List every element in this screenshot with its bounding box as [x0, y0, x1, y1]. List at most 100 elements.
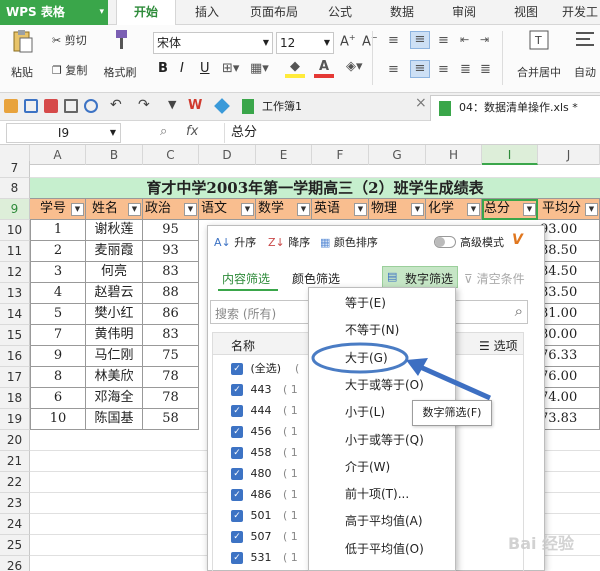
- header-cell[interactable]: 化学 ▼: [426, 199, 482, 220]
- fx-button[interactable]: fx: [186, 124, 198, 139]
- politics-cell[interactable]: 83: [143, 262, 199, 283]
- row-header[interactable]: 23: [0, 493, 30, 514]
- workbook-tab-1[interactable]: 工作簿1: [262, 93, 302, 121]
- indent-decrease-icon[interactable]: ⇤: [460, 33, 469, 46]
- row-header[interactable]: 24: [0, 514, 30, 535]
- checkbox-icon[interactable]: ✓: [231, 510, 243, 522]
- redo-icon[interactable]: ↷: [138, 97, 150, 113]
- pdf-icon[interactable]: [44, 99, 58, 113]
- row-header[interactable]: 10: [0, 220, 30, 241]
- id-cell[interactable]: 4: [30, 283, 86, 304]
- clear-conditions-button[interactable]: ⊽ 清空条件: [464, 270, 525, 287]
- tab-color-filter[interactable]: 颜色筛选: [292, 270, 340, 287]
- politics-cell[interactable]: 95: [143, 220, 199, 241]
- bold-icon[interactable]: B: [158, 61, 168, 76]
- politics-cell[interactable]: 58: [143, 409, 199, 430]
- font-size-select[interactable]: 12 ▼: [276, 32, 334, 54]
- font-color-icon[interactable]: A: [314, 59, 334, 81]
- fill-color-icon[interactable]: ◆: [285, 59, 305, 81]
- id-cell[interactable]: 10: [30, 409, 86, 430]
- auto-wrap-button[interactable]: 自动: [574, 29, 600, 80]
- row-header[interactable]: 18: [0, 388, 30, 409]
- filter-dropdown-icon[interactable]: ▼: [297, 203, 310, 216]
- close-icon[interactable]: ×: [415, 95, 427, 111]
- filter-dropdown-icon[interactable]: ▼: [523, 203, 536, 216]
- save-icon[interactable]: [24, 99, 38, 113]
- row-header[interactable]: 16: [0, 346, 30, 367]
- name-cell[interactable]: 麦丽霞: [86, 241, 143, 262]
- average-cell[interactable]: 81.00: [538, 304, 600, 325]
- id-cell[interactable]: 5: [30, 304, 86, 325]
- name-cell[interactable]: 何亮: [86, 262, 143, 283]
- average-cell[interactable]: 88.50: [538, 241, 600, 262]
- average-cell[interactable]: 76.00: [538, 367, 600, 388]
- politics-cell[interactable]: 75: [143, 346, 199, 367]
- politics-cell[interactable]: 78: [143, 388, 199, 409]
- average-cell[interactable]: 76.33: [538, 346, 600, 367]
- row-header[interactable]: 21: [0, 451, 30, 472]
- align-right-icon[interactable]: ≡: [438, 62, 449, 77]
- politics-cell[interactable]: 86: [143, 304, 199, 325]
- distribute-icon[interactable]: ≣: [480, 62, 491, 77]
- header-cell[interactable]: 总分 ▼: [482, 199, 538, 220]
- indent-increase-icon[interactable]: ⇥: [480, 33, 489, 46]
- row-header[interactable]: 8: [0, 178, 30, 199]
- align-top-icon[interactable]: ≡: [388, 33, 399, 48]
- average-cell[interactable]: 84.50: [538, 262, 600, 283]
- font-name-select[interactable]: 宋体 ▼: [153, 32, 273, 54]
- checkbox-icon[interactable]: ✓: [231, 363, 243, 375]
- checkbox-icon[interactable]: ✓: [231, 468, 243, 480]
- cloud-icon[interactable]: [214, 98, 230, 114]
- checkbox-icon[interactable]: ✓: [231, 552, 243, 564]
- customize-icon[interactable]: ▼: [168, 98, 176, 111]
- paste-button[interactable]: 粘贴: [4, 29, 40, 80]
- name-cell[interactable]: 赵碧云: [86, 283, 143, 304]
- checkbox-icon[interactable]: ✓: [231, 531, 243, 543]
- name-cell[interactable]: 樊小红: [86, 304, 143, 325]
- header-cell[interactable]: 物理 ▼: [369, 199, 426, 220]
- row-header[interactable]: 20: [0, 430, 30, 451]
- filter-dropdown-icon[interactable]: ▼: [411, 203, 424, 216]
- average-cell[interactable]: 83.50: [538, 283, 600, 304]
- average-cell[interactable]: 93.00: [538, 220, 600, 241]
- row-header[interactable]: 13: [0, 283, 30, 304]
- undo-icon[interactable]: ↶: [110, 97, 122, 113]
- id-cell[interactable]: 3: [30, 262, 86, 283]
- id-cell[interactable]: 2: [30, 241, 86, 262]
- average-cell[interactable]: 74.00: [538, 388, 600, 409]
- row-header[interactable]: 7: [0, 161, 30, 178]
- sheet-title[interactable]: 育才中学2003年第一学期高三（2）班学生成绩表: [30, 178, 600, 199]
- align-left-icon[interactable]: ≡: [388, 62, 399, 77]
- number-filter-option[interactable]: 小于或等于(Q): [309, 427, 455, 454]
- checkbox-icon[interactable]: ✓: [231, 489, 243, 501]
- format-painter-button[interactable]: 格式刷: [100, 29, 140, 80]
- color-sort-button[interactable]: ▦ 颜色排序: [320, 234, 378, 250]
- workbook-tab-2[interactable]: 04：数据清单操作.xls *: [430, 95, 600, 121]
- row-header[interactable]: 25: [0, 535, 30, 556]
- checkbox-icon[interactable]: ✓: [231, 405, 243, 417]
- row-header[interactable]: 9: [0, 199, 30, 220]
- politics-cell[interactable]: 93: [143, 241, 199, 262]
- filter-dropdown-icon[interactable]: ▼: [184, 203, 197, 216]
- tab-number-filter[interactable]: ▤ 数字筛选: [382, 266, 458, 288]
- tab-formula[interactable]: 公式: [318, 0, 362, 25]
- id-cell[interactable]: 6: [30, 388, 86, 409]
- print-icon[interactable]: [64, 99, 78, 113]
- shrink-font-icon[interactable]: A−: [362, 33, 378, 49]
- wps-logo-button[interactable]: WPS 表格 ▾: [0, 0, 108, 25]
- checkbox-icon[interactable]: ✓: [231, 426, 243, 438]
- number-filter-option[interactable]: 等于(E): [309, 290, 455, 317]
- align-middle-icon[interactable]: ≡: [410, 31, 430, 49]
- search-icon[interactable]: ⌕: [160, 124, 167, 139]
- tab-data[interactable]: 数据: [380, 0, 424, 25]
- filter-dropdown-icon[interactable]: ▼: [128, 203, 141, 216]
- copy-button[interactable]: ❐ 复制: [52, 62, 87, 78]
- number-filter-option[interactable]: 前十项(T)...: [309, 481, 455, 508]
- tab-page-layout[interactable]: 页面布局: [242, 0, 306, 25]
- id-cell[interactable]: 9: [30, 346, 86, 367]
- header-cell[interactable]: 政治 ▼: [143, 199, 199, 220]
- tab-home[interactable]: 开始: [116, 0, 176, 26]
- tab-developer[interactable]: 开发工: [562, 0, 600, 25]
- row-header[interactable]: 12: [0, 262, 30, 283]
- sort-asc-button[interactable]: A↓ 升序: [214, 234, 256, 250]
